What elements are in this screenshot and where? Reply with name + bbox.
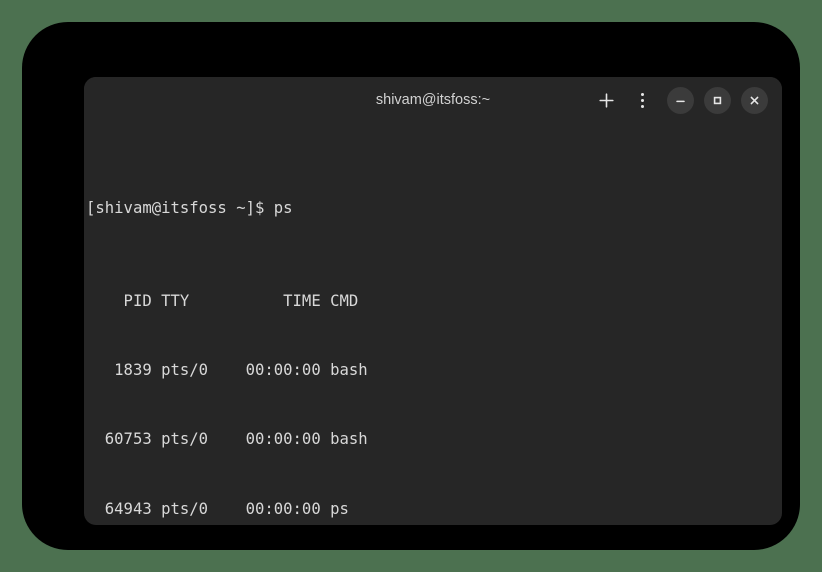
ps-row: 60753 pts/0 00:00:00 bash: [84, 428, 782, 451]
terminal-title-bar[interactable]: shivam@itsfoss:~: [84, 77, 782, 124]
prompt-line-ps: [shivam@itsfoss ~]$ ps: [84, 197, 782, 220]
menu-icon[interactable]: [627, 86, 657, 116]
terminal-window: shivam@itsfoss:~: [84, 77, 782, 525]
device-frame: shivam@itsfoss:~: [22, 22, 800, 550]
ps-row: 1839 pts/0 00:00:00 bash: [84, 359, 782, 382]
titlebar-actions: [591, 77, 768, 124]
new-tab-icon[interactable]: [591, 86, 621, 116]
terminal-output-area[interactable]: [shivam@itsfoss ~]$ ps PID TTY TIME CMD …: [84, 124, 782, 525]
prompt-text: [shivam@itsfoss ~]$: [86, 199, 274, 217]
maximize-icon[interactable]: [704, 87, 731, 114]
command-ps: ps: [274, 199, 293, 217]
close-icon[interactable]: [741, 87, 768, 114]
ps-row: 64943 pts/0 00:00:00 ps: [84, 498, 782, 521]
minimize-icon[interactable]: [667, 87, 694, 114]
ps-header-row: PID TTY TIME CMD: [84, 290, 782, 313]
